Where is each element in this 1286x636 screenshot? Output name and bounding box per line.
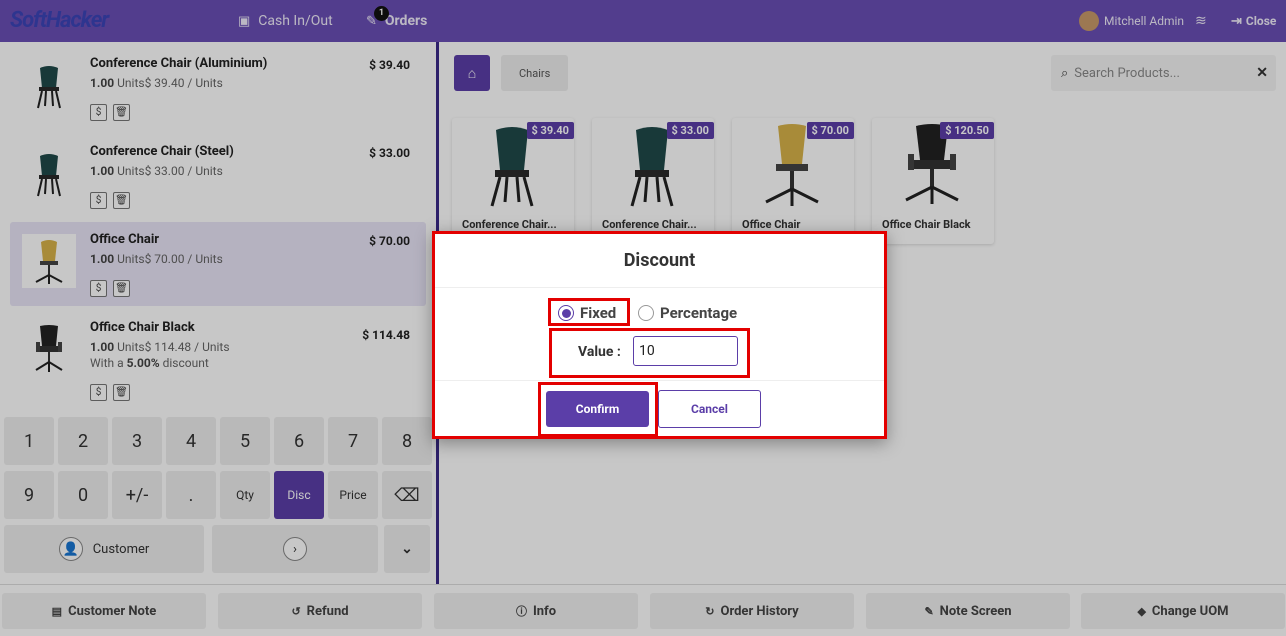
discount-dialog: Discount Fixed Percentage Value : Confir… [432, 231, 887, 439]
radio-percentage[interactable]: Percentage [638, 304, 737, 322]
radio-fixed[interactable]: Fixed [558, 304, 616, 322]
radio-selected-icon [558, 305, 574, 321]
radio-fixed-label: Fixed [580, 304, 617, 322]
value-label: Value : [578, 344, 621, 360]
confirm-button[interactable]: Confirm [546, 391, 649, 427]
radio-unselected-icon [638, 305, 654, 321]
radio-percentage-label: Percentage [660, 304, 738, 322]
dialog-divider [435, 380, 884, 381]
dialog-title: Discount [435, 234, 884, 288]
cancel-button[interactable]: Cancel [658, 390, 761, 428]
discount-value-input[interactable] [633, 336, 738, 366]
